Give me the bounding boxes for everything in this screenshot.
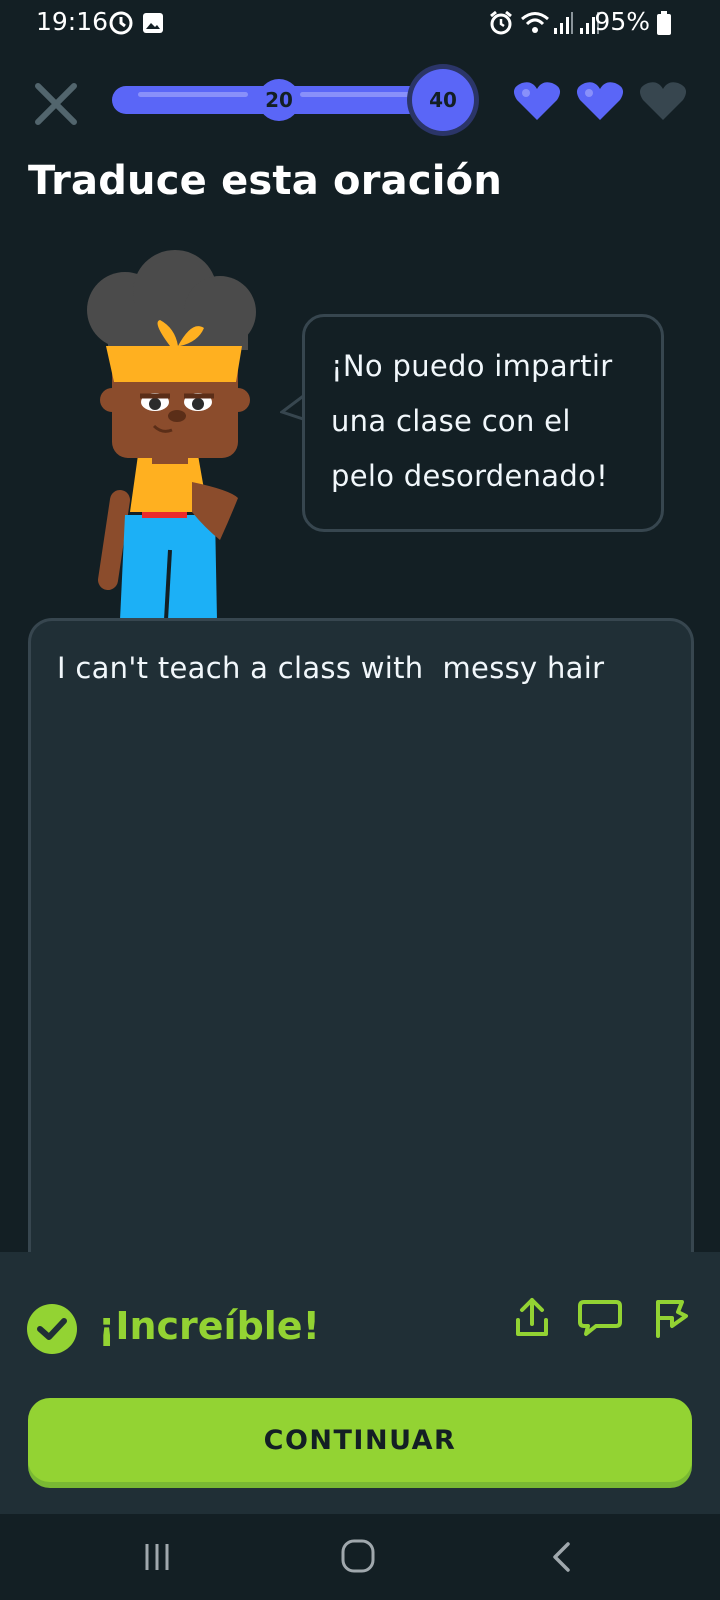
- report-flag-icon[interactable]: [652, 1296, 692, 1340]
- speech-bubble: ¡No puedo impartir una clase con el pelo…: [302, 314, 664, 532]
- prompt-sentence: ¡No puedo impartir una clase con el pelo…: [331, 349, 613, 493]
- signal-icon: [554, 12, 573, 34]
- checkmark-icon: [27, 1304, 77, 1354]
- alarm-icon: [490, 10, 512, 35]
- battery-level: 95%: [594, 7, 650, 36]
- comment-icon[interactable]: [578, 1298, 622, 1338]
- page-title: Traduce esta oración: [28, 158, 503, 204]
- progress-badge-next: 40: [412, 69, 474, 131]
- answer-textarea[interactable]: I can't teach a class with messy hair: [28, 618, 694, 1278]
- progress-bar: 20 40: [112, 69, 474, 131]
- continue-button-label: CONTINUAR: [263, 1424, 457, 1456]
- recent-apps-icon[interactable]: [140, 1540, 174, 1574]
- image-icon: [143, 13, 163, 33]
- answer-text: I can't teach a class with messy hair: [57, 651, 605, 685]
- home-icon[interactable]: [340, 1538, 376, 1574]
- status-bar: 19:16 95%: [0, 0, 720, 46]
- battery-icon: [657, 11, 671, 35]
- character-illustration: [87, 250, 256, 620]
- back-icon[interactable]: [548, 1540, 576, 1574]
- heart-icon-filled: [576, 82, 624, 120]
- system-nav-bar: [0, 1514, 720, 1600]
- wifi-icon: [521, 12, 549, 33]
- status-time: 19:16: [36, 7, 109, 36]
- sync-icon: [109, 11, 133, 35]
- continue-button[interactable]: CONTINUAR: [28, 1398, 692, 1482]
- share-icon[interactable]: [512, 1296, 552, 1340]
- close-icon[interactable]: [30, 78, 82, 130]
- progress-badge-current: 20: [258, 79, 300, 121]
- feedback-title: ¡Increíble!: [98, 1304, 320, 1348]
- feedback-panel: ¡Increíble! CONTINUAR: [0, 1252, 720, 1514]
- heart-icon-empty: [639, 82, 687, 120]
- heart-icon-filled: [513, 82, 561, 120]
